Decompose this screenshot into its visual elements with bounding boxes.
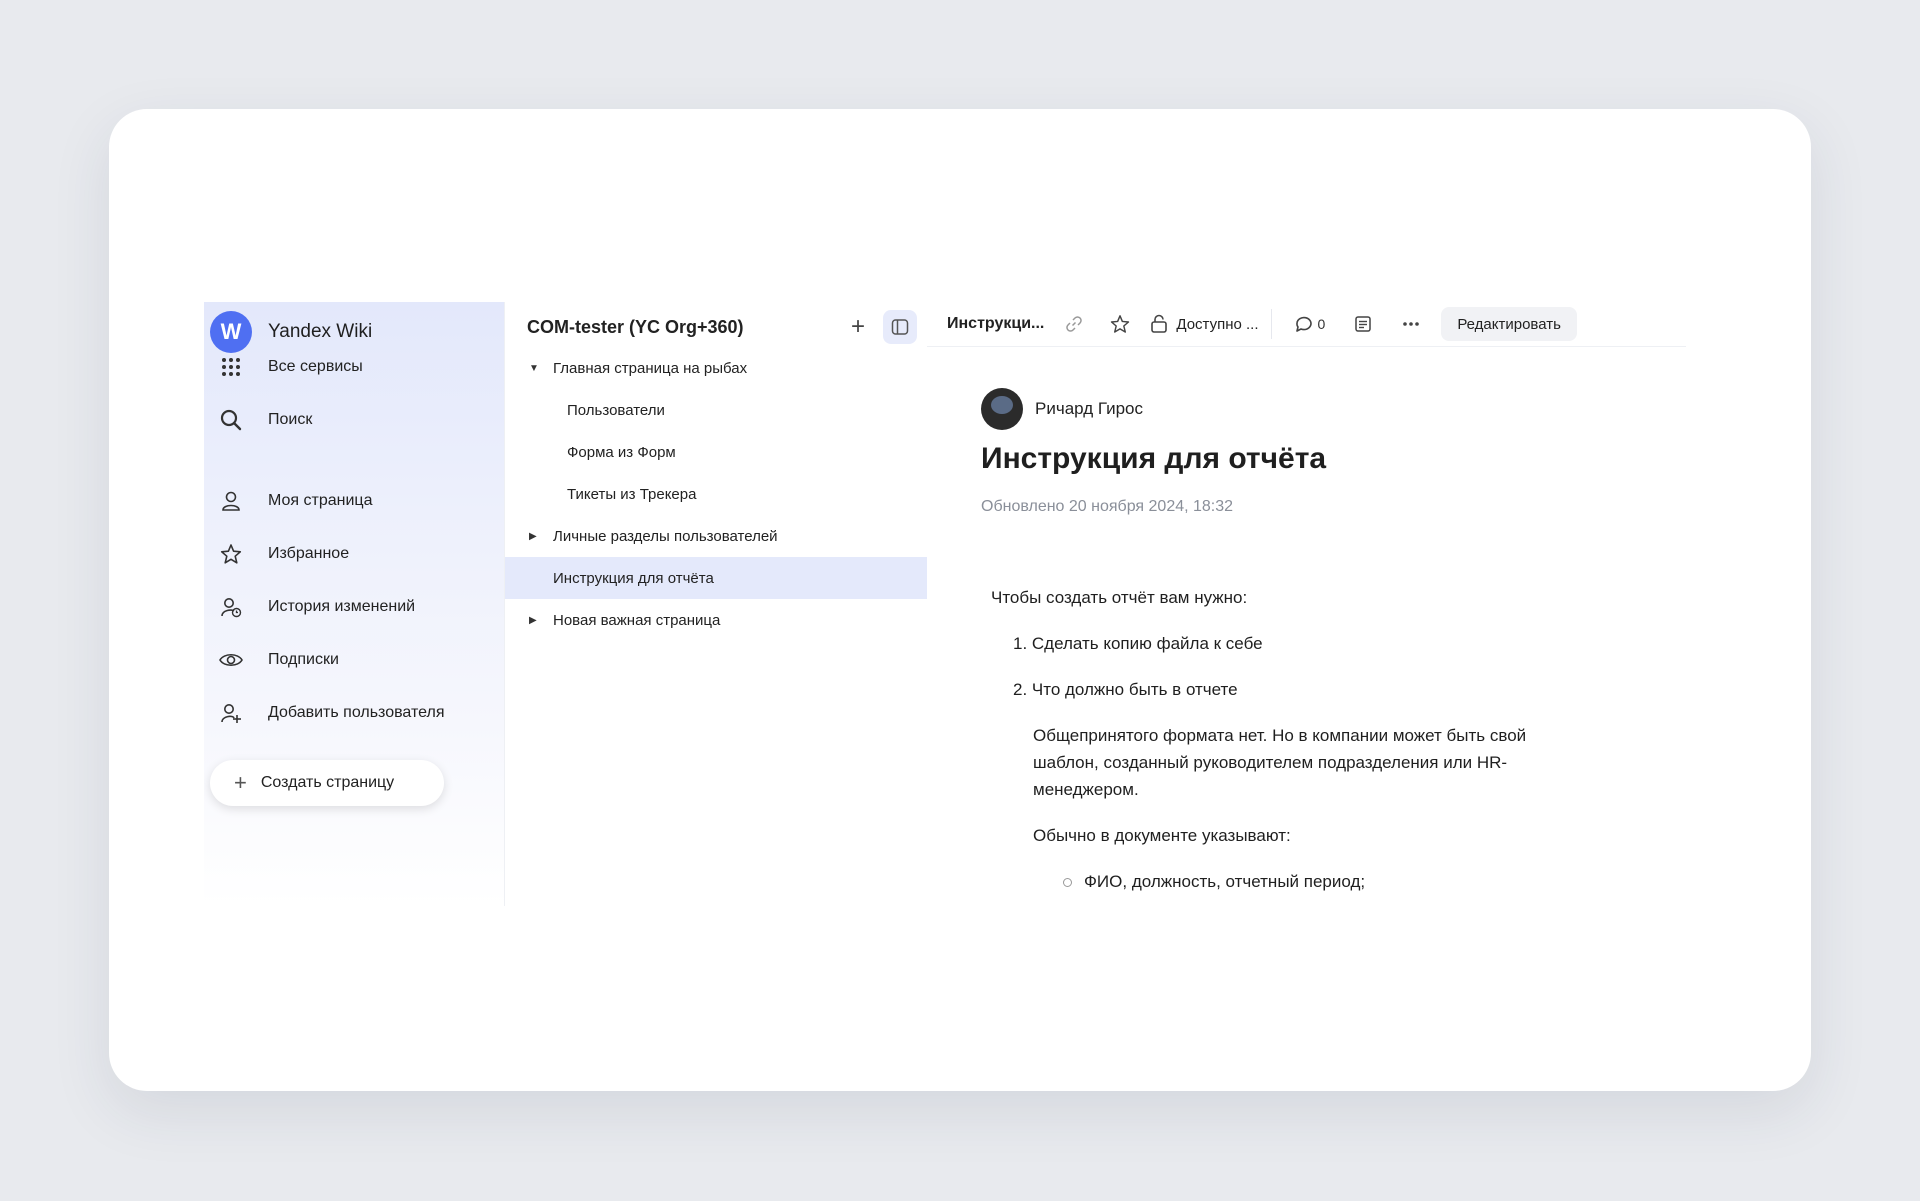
caret-down-icon[interactable]: ▼ (529, 363, 541, 374)
tree-item-forms[interactable]: Форма из Форм (505, 431, 927, 473)
bullet-text: ФИО, должность, отчетный период; (1084, 872, 1366, 891)
sidebar-item-label: Добавить пользователя (268, 704, 445, 721)
comments-count: 0 (1317, 316, 1326, 332)
tree-item-main[interactable]: ▼ Главная страница на рыбах (505, 347, 927, 389)
bullet-item: ФИО, должность, отчетный период; (1063, 868, 1365, 895)
tree-item-label: Новая важная страница (553, 611, 721, 629)
tree-item-label: Форма из Форм (567, 443, 676, 461)
tree-item-tracker-tickets[interactable]: Тикеты из Трекера (505, 473, 927, 515)
tree-item-label: Личные разделы пользователей (553, 527, 778, 545)
add-page-button[interactable]: + (841, 310, 875, 344)
user-icon (218, 488, 244, 514)
comment-icon (1294, 314, 1314, 334)
eye-icon (218, 647, 244, 673)
paragraph-text: Обычно в документе указывают: (1033, 826, 1291, 845)
sidebar-item-label: Моя страница (268, 492, 373, 509)
create-page-label: Создать страницу (260, 774, 395, 791)
lock-icon (1150, 314, 1168, 334)
bullet-icon (1063, 878, 1072, 888)
page-tree-panel: COM-tester (YC Org+360) + ▼ Главная стра… (504, 302, 928, 906)
create-page-button[interactable]: + Создать страницу (210, 760, 444, 806)
sidebar-item-favorites[interactable]: Избранное (218, 537, 349, 571)
tree-item-label: Тикеты из Трекера (567, 485, 697, 503)
table-of-contents-icon[interactable] (1347, 308, 1379, 340)
grid-icon (218, 354, 244, 380)
access-button[interactable]: Доступно ... (1150, 314, 1259, 334)
user-add-icon (218, 700, 244, 726)
updated-timestamp: Обновлено 20 ноября 2024, 18:32 (981, 498, 1234, 515)
caret-right-icon[interactable]: ▶ (529, 531, 541, 542)
paragraph-line: менеджером. (1033, 780, 1139, 799)
tree-header: COM-tester (YC Org+360) + (527, 310, 927, 344)
paragraph-line: шаблон, созданный руководителем подразде… (1033, 753, 1508, 772)
star-icon[interactable] (1104, 308, 1136, 340)
tree-item-report-instruction[interactable]: Инструкция для отчёта (505, 557, 927, 599)
sidebar-item-label: История изменений (268, 598, 416, 615)
page-toolbar: Инструкци... Доступно ... 0 Редактироват… (927, 302, 1686, 347)
tree-item-personal-sections[interactable]: ▶ Личные разделы пользователей (505, 515, 927, 557)
page-content: Инструкци... Доступно ... 0 Редактироват… (927, 302, 1686, 906)
tree-title[interactable]: COM-tester (YC Org+360) (527, 317, 841, 338)
sidebar-item-subscriptions[interactable]: Подписки (218, 643, 339, 677)
comments-button[interactable]: 0 (1294, 308, 1326, 340)
sidebar: W Yandex Wiki Все сервисы Поиск Моя стра… (204, 302, 504, 906)
intro-text: Чтобы создать отчёт вам нужно: (991, 588, 1248, 607)
tree-item-users[interactable]: Пользователи (505, 389, 927, 431)
brand-name: Yandex Wiki (268, 321, 373, 342)
list-item: 2. Что должно быть в отчете (1013, 680, 1238, 699)
access-label: Доступно ... (1176, 315, 1259, 333)
plus-icon: + (850, 313, 865, 340)
page-title: Инструкция для отчёта (981, 442, 1327, 475)
plus-icon: + (234, 770, 247, 795)
sidebar-item-all-services[interactable]: Все сервисы (218, 350, 363, 384)
author-name: Ричард Гирос (1035, 399, 1144, 418)
search-icon (218, 407, 244, 433)
more-options-icon[interactable] (1395, 308, 1427, 340)
tree-item-label: Инструкция для отчёта (553, 569, 714, 587)
user-history-icon (218, 594, 244, 620)
sidebar-item-label: Все сервисы (268, 358, 363, 375)
sidebar-item-history[interactable]: История изменений (218, 590, 415, 624)
toolbar-divider (1270, 309, 1272, 339)
star-icon (218, 541, 244, 567)
sidebar-item-add-user[interactable]: Добавить пользователя (218, 696, 444, 730)
link-icon[interactable] (1058, 308, 1090, 340)
wiki-logo-icon: W (210, 311, 252, 353)
author-info[interactable]: Ричард Гирос (981, 388, 1143, 430)
avatar (981, 388, 1023, 430)
sidebar-item-label: Подписки (268, 651, 339, 668)
list-item: 1. Сделать копию файла к себе (1013, 634, 1263, 653)
wiki-app: W Yandex Wiki Все сервисы Поиск Моя стра… (204, 302, 1686, 906)
tree-item-label: Главная страница на рыбах (553, 359, 748, 377)
edit-button[interactable]: Редактировать (1441, 307, 1577, 341)
paragraph-line: Общепринятого формата нет. Но в компании… (1033, 726, 1527, 745)
sidebar-item-search[interactable]: Поиск (218, 403, 312, 437)
tree-item-new-important[interactable]: ▶ Новая важная страница (505, 599, 927, 641)
brand[interactable]: W Yandex Wiki (210, 310, 372, 354)
panel-toggle-icon (891, 318, 909, 336)
sidebar-item-label: Избранное (268, 545, 350, 562)
tree-item-label: Пользователи (567, 401, 665, 419)
sidebar-item-label: Поиск (268, 411, 313, 428)
breadcrumb[interactable]: Инструкци... (947, 315, 1044, 333)
sidebar-item-my-page[interactable]: Моя страница (218, 484, 372, 518)
panel-toggle-button[interactable] (883, 310, 917, 344)
caret-right-icon[interactable]: ▶ (529, 615, 541, 626)
